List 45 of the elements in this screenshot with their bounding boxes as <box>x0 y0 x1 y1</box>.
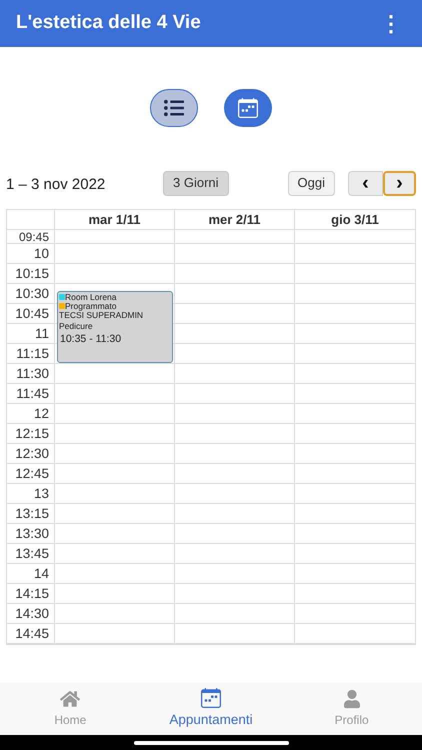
time-label: 10:15 <box>15 265 49 283</box>
time-label: 14 <box>34 565 49 583</box>
view-mode-button[interactable]: 3 Giorni <box>163 170 229 196</box>
time-label: 14:15 <box>15 585 49 603</box>
app-title: L'estetica delle 4 Vie <box>16 11 201 36</box>
time-label: 13:15 <box>15 505 49 523</box>
time-label: 12:15 <box>15 425 49 443</box>
today-button[interactable]: Oggi <box>288 170 335 196</box>
time-label: 11 <box>34 325 49 343</box>
service-name: Pedicure <box>59 320 94 332</box>
time-label: 12 <box>34 405 49 423</box>
calendar-icon <box>201 688 221 708</box>
date-range: 1 – 3 nov 2022 <box>6 174 106 195</box>
time-label: 11:30 <box>16 365 49 383</box>
nav-tab[interactable]: Appuntamenti <box>140 683 282 735</box>
day-header: mer 2/11 <box>208 211 261 229</box>
client-name: TECSI SUPERADMIN <box>59 310 144 320</box>
event-tag: Room Lorena <box>65 293 117 302</box>
next-button[interactable]: › <box>383 170 416 196</box>
time-label: 13:45 <box>15 545 49 563</box>
home-icon <box>60 689 80 709</box>
view-toggle-button[interactable] <box>224 89 272 127</box>
time-label: 11:45 <box>16 385 49 403</box>
time-label: 14:30 <box>15 605 49 623</box>
time-label: 09:45 <box>18 230 49 242</box>
previous-button[interactable]: ‹ <box>348 170 383 196</box>
view-toggle-button[interactable] <box>150 89 198 127</box>
event-tag: Programmato <box>65 302 116 310</box>
list-icon <box>164 98 184 118</box>
time-label: 13:30 <box>15 525 49 543</box>
appointment-card[interactable]: Room Lorena Programmato TECSI SUPERADMIN Pedicure 10:35 - 11:30 <box>57 291 173 363</box>
time-label: 10:30 <box>15 285 49 303</box>
time-label: 14:45 <box>15 625 49 643</box>
time-label: 12:45 <box>15 465 49 483</box>
time-label: 10 <box>34 245 49 263</box>
person-icon <box>344 689 360 709</box>
menu-button[interactable]: ⋮ <box>376 12 406 34</box>
day-header: gio 3/11 <box>331 211 379 229</box>
time-label: 11:15 <box>16 345 49 363</box>
day-header: mar 1/11 <box>88 211 141 229</box>
appointment-time: 10:35 - 11:30 <box>59 332 122 347</box>
calendar-icon <box>238 98 258 118</box>
time-label: 13 <box>34 485 49 503</box>
time-label: 12:30 <box>15 445 49 463</box>
time-label: 10:45 <box>15 305 49 323</box>
